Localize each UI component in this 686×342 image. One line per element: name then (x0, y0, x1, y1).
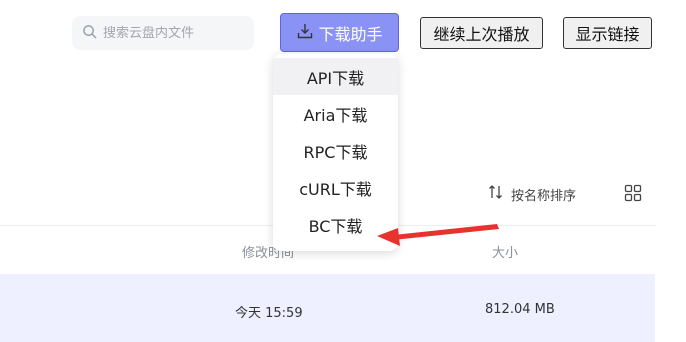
menu-item-curl-download[interactable]: cURL下载 (273, 169, 398, 206)
grid-view-icon[interactable] (624, 184, 642, 202)
sort-by-name-button[interactable]: 按名称排序 (487, 183, 576, 205)
menu-item-rpc-download[interactable]: RPC下载 (273, 132, 398, 169)
search-box[interactable] (72, 16, 254, 50)
search-icon (82, 24, 97, 43)
search-input[interactable] (103, 25, 243, 41)
continue-playback-label: 继续上次播放 (433, 25, 530, 44)
row-file-size: 812.04 MB (485, 302, 555, 317)
show-link-label: 显示链接 (575, 25, 640, 44)
row-modified-time: 今天 15:59 (235, 306, 303, 321)
menu-item-aria-download[interactable]: Aria下载 (273, 95, 398, 132)
download-icon (296, 22, 314, 44)
menu-item-bc-download[interactable]: BC下载 (273, 206, 398, 243)
show-link-button[interactable]: 显示链接 (563, 17, 652, 49)
download-assistant-button[interactable]: 下载助手 (280, 13, 399, 52)
menu-item-api-download[interactable]: API下载 (273, 58, 398, 95)
table-row[interactable]: 今天 15:59 812.04 MB (0, 274, 655, 342)
sort-icon (487, 183, 505, 205)
column-header-size[interactable]: 大小 (492, 242, 518, 261)
download-menu: API下载 Aria下载 RPC下载 cURL下载 BC下载 (273, 54, 398, 251)
download-assistant-label: 下载助手 (318, 24, 383, 44)
continue-playback-button[interactable]: 继续上次播放 (420, 17, 543, 49)
sort-label: 按名称排序 (511, 188, 577, 204)
